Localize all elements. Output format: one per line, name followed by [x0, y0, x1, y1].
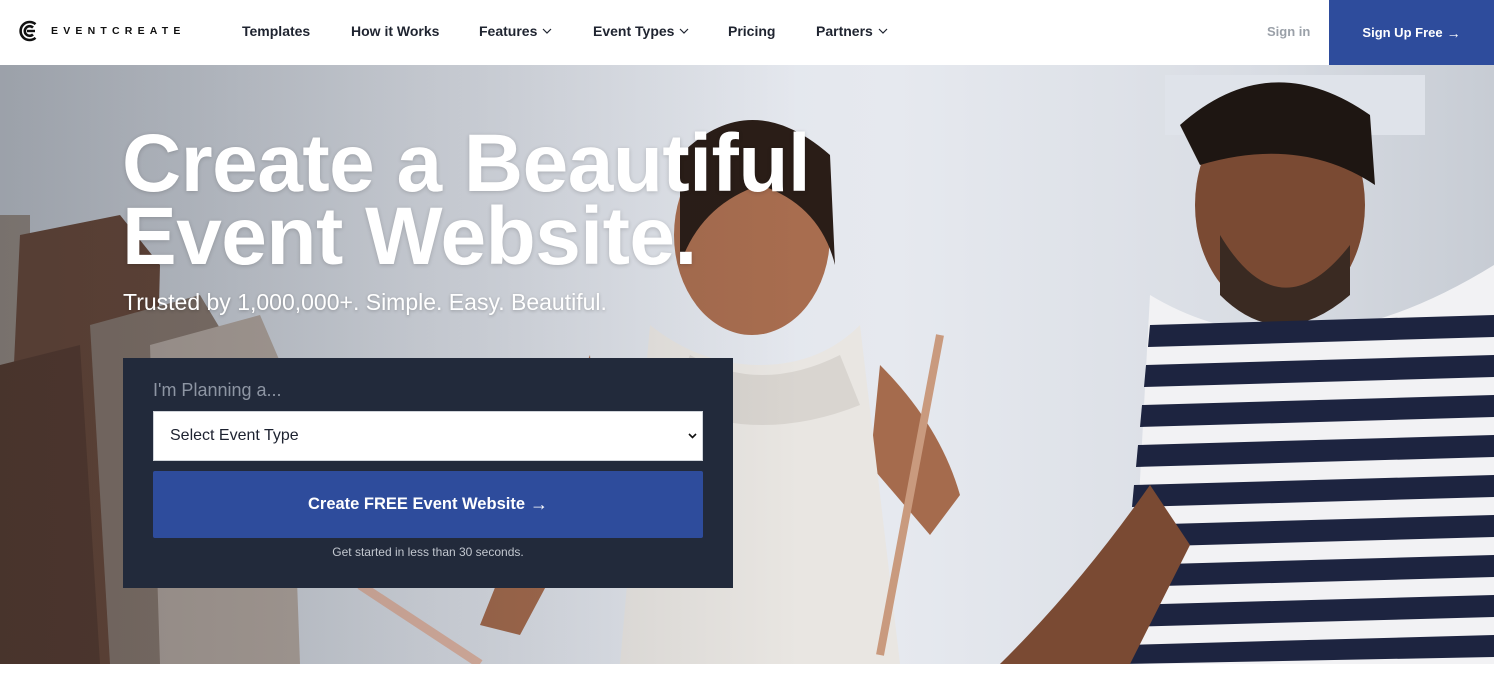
top-navigation: EVENTCREATE Templates How it Works Featu… — [0, 0, 1494, 65]
sign-in-link[interactable]: Sign in — [1267, 0, 1310, 62]
nav-event-types-label: Event Types — [593, 23, 675, 39]
event-type-select[interactable]: Select Event Type — [153, 411, 703, 461]
create-event-website-label: Create FREE Event Website — [307, 495, 525, 513]
nav-templates-label: Templates — [242, 23, 311, 39]
create-event-website-button[interactable]: Create FREE Event Website → — [153, 471, 703, 538]
hero-headline: Create a Beautiful Event Website. — [122, 118, 811, 282]
chevron-down-icon — [878, 28, 888, 34]
brand-name: EVENTCREATE — [51, 25, 186, 37]
nav-how-it-works[interactable]: How it Works — [351, 0, 439, 62]
sign-up-label: Sign Up Free — [1362, 25, 1443, 40]
nav-partners-label: Partners — [816, 23, 873, 39]
nav-features-label: Features — [479, 23, 538, 39]
hero-section: Create a Beautiful Event Website. Truste… — [0, 65, 1494, 664]
brand-logo[interactable]: EVENTCREATE — [18, 19, 186, 43]
event-type-select-value: Select Event Type — [170, 427, 299, 444]
arrow-right-icon: → — [1446, 24, 1461, 41]
nav-pricing[interactable]: Pricing — [728, 0, 775, 62]
chevron-down-icon — [688, 433, 697, 439]
nav-pricing-label: Pricing — [728, 23, 776, 39]
event-type-form: I'm Planning a... Select Event Type Crea… — [123, 358, 733, 588]
nav-features[interactable]: Features — [479, 0, 552, 62]
hero-headline-line-2: Event Website. — [122, 191, 697, 282]
get-started-note: Get started in less than 30 seconds. — [332, 545, 524, 559]
planning-label: I'm Planning a... — [153, 380, 282, 400]
nav-how-it-works-label: How it Works — [351, 23, 440, 39]
eventcreate-logo-icon — [19, 20, 37, 42]
arrow-right-icon: → — [530, 494, 548, 514]
hero-subheadline: Trusted by 1,000,000+. Simple. Easy. Bea… — [123, 289, 607, 315]
nav-partners[interactable]: Partners — [816, 0, 888, 62]
chevron-down-icon — [542, 28, 552, 34]
chevron-down-icon — [680, 28, 689, 34]
nav-event-types[interactable]: Event Types — [593, 0, 689, 62]
nav-templates[interactable]: Templates — [242, 0, 310, 62]
hero-headline-line-1: Create a Beautiful — [122, 118, 811, 209]
sign-up-button[interactable]: Sign Up Free → — [1329, 0, 1494, 65]
